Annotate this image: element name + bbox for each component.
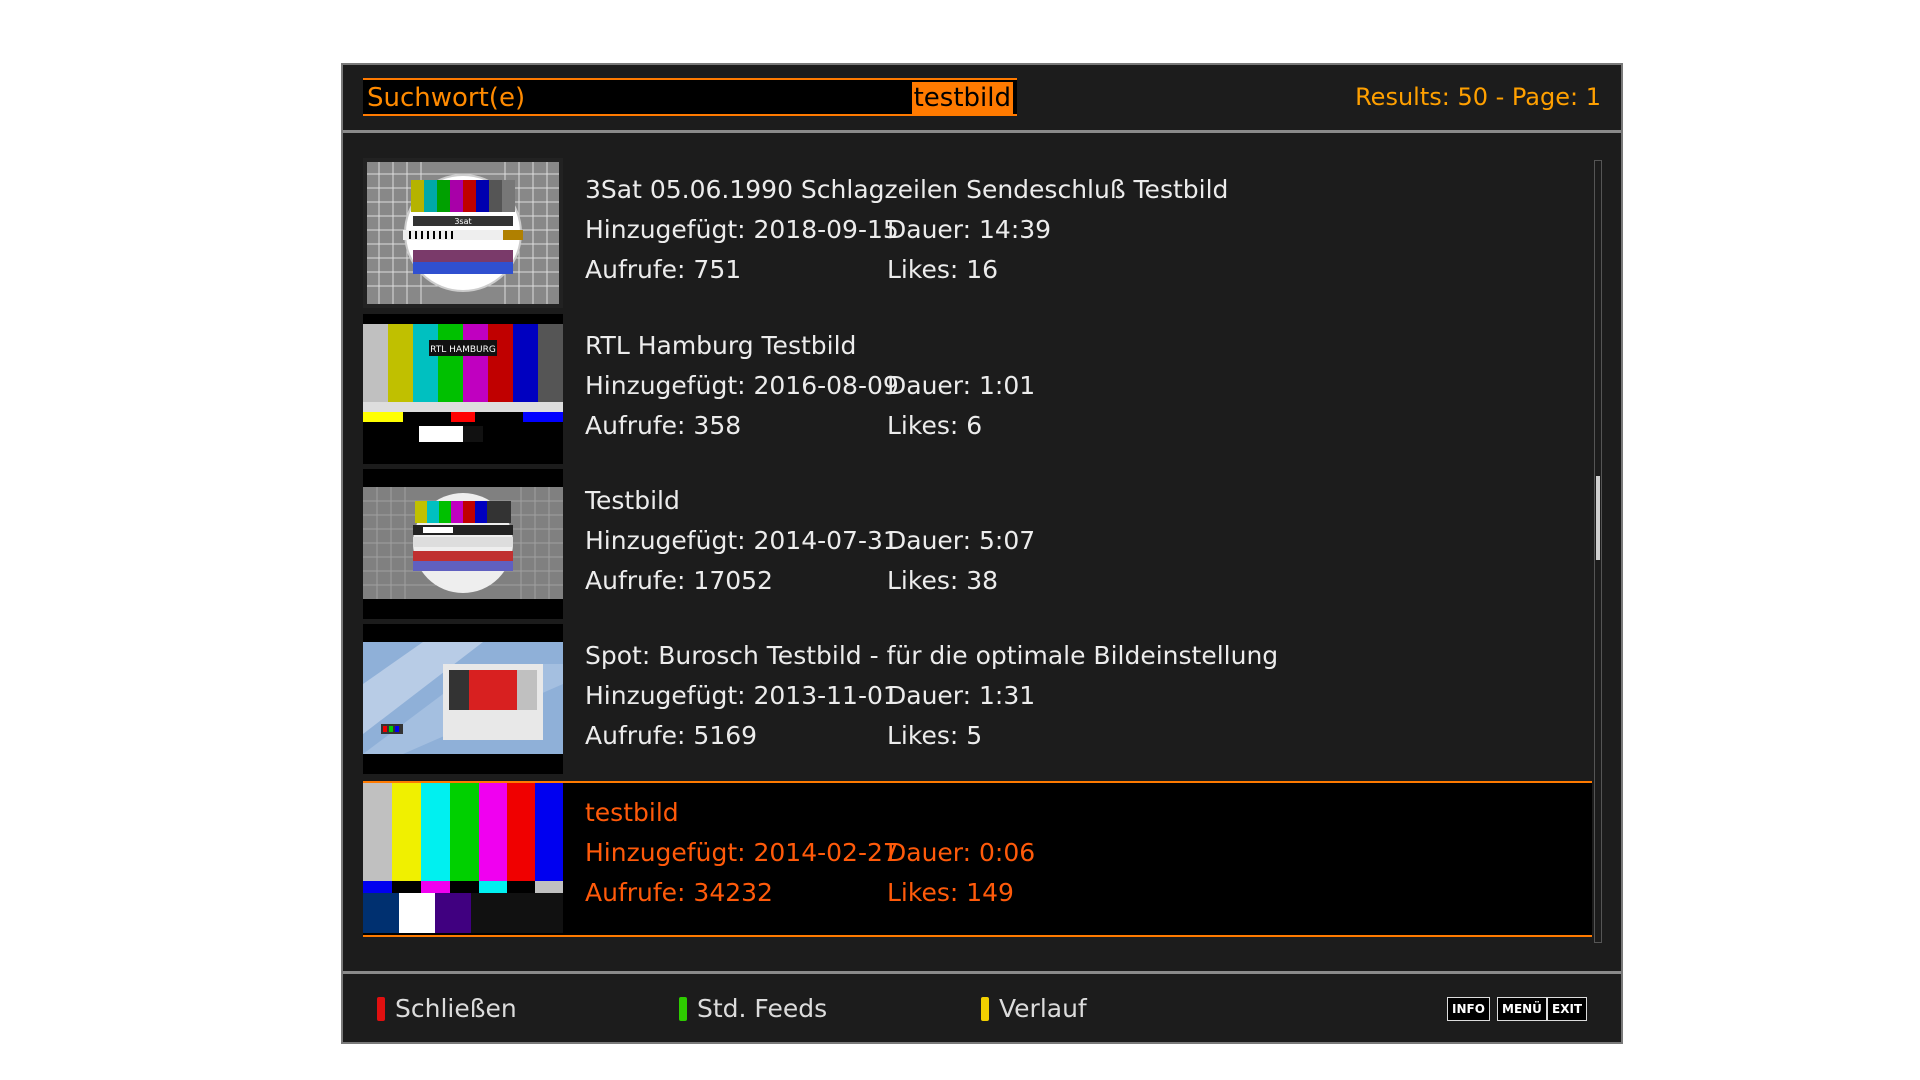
item-duration: Dauer: 1:01 (887, 371, 1036, 400)
search-query-value[interactable]: testbild (911, 82, 1013, 114)
item-title: Spot: Burosch Testbild - für die optimal… (585, 641, 1279, 670)
item-title: 3Sat 05.06.1990 Schlagzeilen Sendeschluß… (585, 175, 1229, 204)
item-duration: Dauer: 0:06 (887, 838, 1036, 867)
thumbnail-caption: RTL HAMBURG (430, 345, 496, 355)
green-key-icon (679, 997, 687, 1021)
list-item[interactable]: 3sat 3Sat 05.06.1990 Schlagzeilen Sendes… (363, 158, 1592, 314)
item-details: 3Sat 05.06.1990 Schlagzeilen Sendeschluß… (585, 170, 1228, 290)
yellow-key-icon (981, 997, 989, 1021)
exit-key-button[interactable]: EXIT (1547, 997, 1588, 1021)
item-duration: Dauer: 5:07 (887, 526, 1036, 555)
list-item[interactable]: Spot: Burosch Testbild - für die optimal… (363, 624, 1592, 780)
item-added-date: Hinzugefügt: 2018-09-15 (585, 215, 899, 244)
item-added-date: Hinzugefügt: 2014-07-31 (585, 526, 899, 555)
item-likes: Likes: 149 (887, 878, 1014, 907)
video-thumbnail (363, 783, 563, 933)
video-thumbnail (363, 624, 563, 774)
item-title: RTL Hamburg Testbild (585, 331, 857, 360)
history-button[interactable]: Verlauf (981, 992, 1087, 1026)
item-views: Aufrufe: 5169 (585, 721, 758, 750)
thumbnail-caption: 3sat (454, 217, 471, 226)
item-details: testbild Hinzugefügt: 2014-02-27Dauer: 0… (585, 793, 1035, 913)
item-views: Aufrufe: 358 (585, 411, 742, 440)
item-title: Testbild (585, 486, 680, 515)
standard-feeds-label: Std. Feeds (697, 994, 828, 1023)
item-added-date: Hinzugefügt: 2016-08-09 (585, 371, 899, 400)
scrollbar-thumb[interactable] (1596, 476, 1600, 560)
info-key-button[interactable]: INFO (1447, 997, 1490, 1021)
item-likes: Likes: 16 (887, 255, 999, 284)
standard-feeds-button[interactable]: Std. Feeds (679, 992, 827, 1026)
search-label: Suchwort(e) (367, 83, 526, 113)
search-header: Suchwort(e) testbild Results: 50 - Page:… (343, 65, 1621, 133)
menu-key-button[interactable]: MENÜ (1497, 997, 1547, 1021)
list-item-selected[interactable]: testbild Hinzugefügt: 2014-02-27Dauer: 0… (363, 781, 1592, 937)
item-title: testbild (585, 798, 679, 827)
list-item[interactable]: Testbild Hinzugefügt: 2014-07-31Dauer: 5… (363, 469, 1592, 625)
item-views: Aufrufe: 17052 (585, 566, 773, 595)
item-likes: Likes: 5 (887, 721, 983, 750)
footer-bar: Schließen Std. Feeds Verlauf INFO MENÜ E… (343, 971, 1621, 1042)
close-button-label: Schließen (395, 994, 517, 1023)
item-views: Aufrufe: 34232 (585, 878, 773, 907)
item-added-date: Hinzugefügt: 2014-02-27 (585, 838, 899, 867)
item-details: Testbild Hinzugefügt: 2014-07-31Dauer: 5… (585, 481, 1035, 601)
item-duration: Dauer: 1:31 (887, 681, 1036, 710)
history-button-label: Verlauf (999, 994, 1087, 1023)
item-likes: Likes: 38 (887, 566, 999, 595)
item-added-date: Hinzugefügt: 2013-11-01 (585, 681, 899, 710)
item-likes: Likes: 6 (887, 411, 983, 440)
video-thumbnail: RTL HAMBURG (363, 314, 563, 464)
item-duration: Dauer: 14:39 (887, 215, 1052, 244)
list-item[interactable]: RTL HAMBURG RTL Hamburg Testbild Hinzuge… (363, 314, 1592, 470)
results-list[interactable]: 3sat 3Sat 05.06.1990 Schlagzeilen Sendes… (363, 158, 1592, 938)
video-thumbnail (363, 469, 563, 619)
search-input[interactable]: Suchwort(e) testbild (363, 78, 1017, 116)
item-views: Aufrufe: 751 (585, 255, 742, 284)
results-page-info: Results: 50 - Page: 1 (1355, 83, 1601, 111)
results-scrollbar[interactable] (1594, 160, 1602, 943)
item-details: Spot: Burosch Testbild - für die optimal… (585, 636, 1278, 756)
search-results-window: Suchwort(e) testbild Results: 50 - Page:… (341, 63, 1623, 1044)
video-thumbnail: 3sat (363, 158, 563, 308)
close-button[interactable]: Schließen (377, 992, 517, 1026)
item-details: RTL Hamburg Testbild Hinzugefügt: 2016-0… (585, 326, 1035, 446)
red-key-icon (377, 997, 385, 1021)
